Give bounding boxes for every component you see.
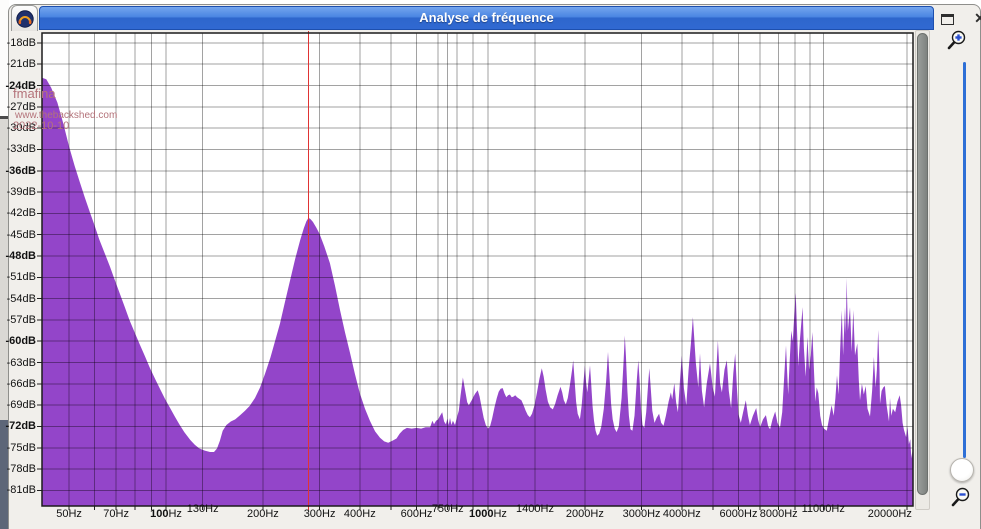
zoom-out-icon	[950, 486, 972, 508]
spectrum-plot[interactable]	[42, 33, 913, 506]
window-title: Analyse de fréquence	[419, 10, 553, 25]
screen: Analyse de fréquence ✕ -18dB-21dB-24dB-2…	[0, 0, 981, 529]
zoom-slider-track[interactable]	[963, 62, 966, 458]
zoom-slider-thumb[interactable]	[950, 458, 974, 482]
zoom-in-icon	[946, 29, 968, 51]
maximize-button[interactable]	[941, 14, 954, 25]
close-button[interactable]: ✕	[971, 9, 981, 27]
zoom-out-button[interactable]	[950, 486, 972, 508]
zoom-in-button[interactable]	[946, 29, 968, 51]
app-logo-tab[interactable]	[11, 5, 38, 31]
titlebar[interactable]: Analyse de fréquence ✕	[9, 5, 980, 31]
window-title-bar[interactable]: Analyse de fréquence	[39, 6, 934, 30]
vertical-scrollbar[interactable]	[915, 30, 930, 510]
audacity-logo-icon	[15, 9, 35, 29]
scrollbar-thumb[interactable]	[917, 33, 928, 495]
